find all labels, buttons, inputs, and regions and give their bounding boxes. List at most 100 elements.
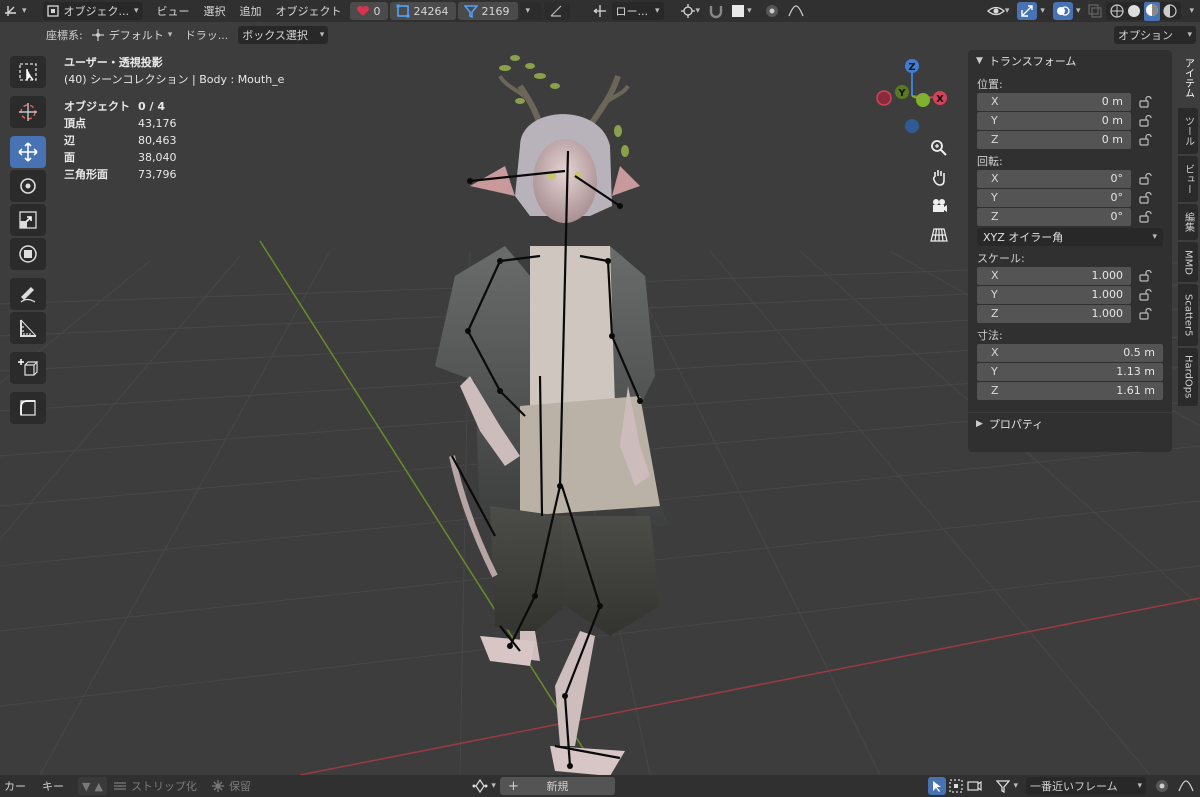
face-stat[interactable]: 2169 xyxy=(457,2,518,20)
camera-view-button[interactable] xyxy=(926,193,952,219)
lock-toggle[interactable] xyxy=(1131,269,1161,282)
proportional-toggle[interactable] xyxy=(1150,777,1174,795)
snap-target-dropdown[interactable]: ▾ xyxy=(728,2,756,20)
lock-toggle[interactable] xyxy=(1131,307,1161,320)
keyframe-type-dropdown[interactable]: 一番近いフレーム ▾ xyxy=(1026,777,1146,795)
gizmo-y[interactable] xyxy=(916,93,930,107)
gizmo-toggle[interactable]: ▾ xyxy=(1013,2,1049,20)
transform-orientation-dropdown[interactable]: ロー... ▾ xyxy=(588,2,668,20)
select-box-tool[interactable] xyxy=(10,56,46,88)
chevron-down-icon[interactable]: ▾ xyxy=(1040,6,1045,16)
dimension-x-field[interactable]: X 0.5 m xyxy=(977,343,1163,362)
gizmo-neg-x[interactable] xyxy=(876,90,892,106)
proportional-edit-toggle[interactable] xyxy=(760,2,784,20)
visibility-dropdown[interactable]: ▾ xyxy=(983,2,1014,20)
drag-mode-dropdown[interactable]: ボックス選択 ▾ xyxy=(238,26,329,44)
lock-toggle[interactable] xyxy=(1131,288,1161,301)
chevron-down-icon[interactable]: ▾ xyxy=(1076,6,1081,16)
stash-button[interactable]: 保留 xyxy=(207,777,255,795)
measure-tool[interactable] xyxy=(10,312,46,344)
pivot-dropdown[interactable]: ▾ xyxy=(676,2,705,20)
shape-key-stat[interactable]: 0 xyxy=(349,2,388,20)
filter-dropdown[interactable]: ▾ xyxy=(992,777,1022,795)
wireframe-shading-icon[interactable] xyxy=(1110,4,1125,18)
lock-toggle[interactable] xyxy=(1131,95,1161,108)
xray-toggle[interactable] xyxy=(1084,2,1106,20)
annotate-tool[interactable] xyxy=(10,278,46,310)
lock-toggle[interactable] xyxy=(1131,172,1161,185)
transform-tool[interactable] xyxy=(10,238,46,270)
lock-toggle[interactable] xyxy=(1131,114,1161,127)
falloff-button[interactable] xyxy=(1174,777,1200,795)
tab-scatter5[interactable]: Scatter5 xyxy=(1178,284,1198,346)
editor-type-button[interactable]: ▾ xyxy=(0,2,31,20)
material-shading-icon[interactable] xyxy=(1145,3,1159,17)
falloff-dropdown[interactable] xyxy=(784,2,808,20)
menu-add[interactable]: 追加 xyxy=(236,2,266,20)
tab-mmd[interactable]: MMD xyxy=(1178,242,1198,282)
bevel-tool[interactable] xyxy=(10,392,46,424)
shading-options-dropdown[interactable]: ▾ xyxy=(1185,2,1200,20)
action-type-dropdown[interactable]: ▾ xyxy=(468,777,500,795)
menu-select[interactable]: 選択 xyxy=(200,2,230,20)
overlay-toggle[interactable]: ▾ xyxy=(1049,2,1085,20)
scale-x-field[interactable]: X 1.000 xyxy=(977,266,1131,285)
proportional-icon xyxy=(765,5,778,17)
rendered-shading-icon[interactable] xyxy=(1163,4,1178,18)
coord-system-label: 座標系: xyxy=(46,29,83,42)
ortho-toggle-button[interactable] xyxy=(926,222,952,248)
menu-key[interactable]: キー xyxy=(38,777,68,795)
move-down-up-buttons[interactable]: ▼ ▲ xyxy=(78,777,107,795)
snap-toggle[interactable] xyxy=(704,2,728,20)
dimension-z-field[interactable]: Z 1.61 m xyxy=(977,381,1163,400)
vertex-stat[interactable]: 24264 xyxy=(389,2,456,20)
select-tool-button[interactable] xyxy=(928,777,947,795)
x-axis-line xyxy=(299,597,1200,775)
rotation-x-field[interactable]: X 0° xyxy=(977,169,1131,188)
tab-item[interactable]: アイテム xyxy=(1178,50,1198,106)
navigation-gizmo[interactable]: Z X Y xyxy=(870,54,954,138)
tab-view[interactable]: ビュー xyxy=(1178,156,1198,202)
camera-frame-icon[interactable] xyxy=(966,778,983,794)
chevron-down-icon: ▾ xyxy=(1004,6,1010,16)
options-dropdown[interactable]: オプション ▾ xyxy=(1114,26,1196,44)
menu-marker[interactable]: カー xyxy=(0,777,30,795)
rotation-y-field[interactable]: Y 0° xyxy=(977,188,1131,207)
location-z-field[interactable]: Z 0 m xyxy=(977,130,1131,149)
scale-y-field[interactable]: Y 1.000 xyxy=(977,285,1131,304)
lock-toggle[interactable] xyxy=(1131,210,1161,223)
dimension-y-field[interactable]: Y 1.13 m xyxy=(977,362,1163,381)
menu-object[interactable]: オブジェクト xyxy=(272,2,346,20)
scale-tool[interactable] xyxy=(10,204,46,236)
zoom-button[interactable] xyxy=(926,135,952,161)
lock-toggle[interactable] xyxy=(1131,133,1161,146)
strip-button[interactable]: ストリップ化 xyxy=(109,777,201,795)
transform-panel-header[interactable]: ▼ トランスフォーム xyxy=(968,50,1172,72)
solid-shading-icon[interactable] xyxy=(1127,4,1141,18)
rotation-z-field[interactable]: Z 0° xyxy=(977,207,1131,226)
scale-z-field[interactable]: Z 1.000 xyxy=(977,304,1131,323)
proportional-dropdown[interactable] xyxy=(543,2,570,20)
gizmo-neg-z[interactable] xyxy=(905,119,919,133)
new-action-button[interactable]: + 新規 xyxy=(499,777,615,795)
rotation-mode-dropdown[interactable]: XYZ オイラー角 ▾ xyxy=(977,228,1163,246)
snap-dropdown[interactable]: ▾ xyxy=(519,2,542,20)
coord-system-dropdown[interactable]: デフォルト ▾ xyxy=(87,26,179,44)
location-x-field[interactable]: X 0 m xyxy=(977,92,1131,111)
box-select-icon[interactable] xyxy=(948,778,964,794)
menu-view[interactable]: ビュー xyxy=(153,2,194,20)
location-y-field[interactable]: Y 0 m xyxy=(977,111,1131,130)
pan-button[interactable] xyxy=(926,164,952,190)
rotate-tool[interactable] xyxy=(10,170,46,202)
chevron-down-icon: ▾ xyxy=(1189,6,1194,16)
add-cube-tool[interactable] xyxy=(10,352,46,384)
tab-tool[interactable]: ツール xyxy=(1178,108,1198,154)
tab-hardops[interactable]: HardOps xyxy=(1178,348,1198,406)
move-arrows-icon xyxy=(18,142,38,162)
tab-edit[interactable]: 編集 xyxy=(1178,204,1198,240)
lock-toggle[interactable] xyxy=(1131,191,1161,204)
properties-panel-header[interactable]: ▶ プロパティ xyxy=(968,412,1172,434)
cursor-tool[interactable] xyxy=(10,96,46,128)
mode-dropdown[interactable]: オブジェク... ▾ xyxy=(39,2,147,20)
move-tool[interactable] xyxy=(10,136,46,168)
